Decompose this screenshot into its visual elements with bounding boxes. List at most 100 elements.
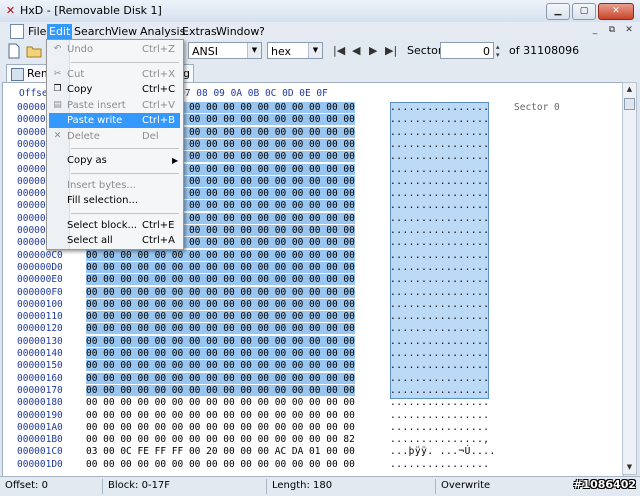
maximize-button[interactable]: ▢ — [572, 3, 596, 20]
undo-icon: ↶ — [53, 44, 62, 54]
hex-row[interactable]: 00 00 00 00 00 00 00 00 00 00 00 00 00 0… — [86, 434, 355, 445]
minimize-button[interactable]: ▁ — [546, 3, 570, 20]
text-row[interactable]: ................ — [390, 299, 489, 310]
text-row[interactable]: ................ — [390, 459, 489, 470]
hex-row[interactable]: 00 00 00 00 00 00 00 00 00 00 00 00 00 0… — [86, 459, 355, 470]
charset-value: ANSI — [192, 45, 218, 58]
close-button[interactable]: ✕ — [598, 3, 634, 20]
hex-row[interactable]: 00 00 00 00 00 00 00 00 00 00 00 00 00 0… — [86, 274, 355, 286]
open-folder-icon[interactable] — [26, 43, 42, 59]
text-row[interactable]: ................ — [390, 114, 489, 125]
menu-item-label: Copy as — [67, 155, 107, 166]
hex-row[interactable]: 00 00 00 00 00 00 00 00 00 00 00 00 00 0… — [86, 311, 355, 323]
text-row[interactable]: ...þÿÿ. ...¬Ú.... — [390, 446, 495, 457]
text-row[interactable]: ................ — [390, 250, 489, 261]
prev-sector-icon[interactable]: ◀ — [352, 44, 360, 57]
mode-select[interactable]: hex ▼ — [267, 42, 323, 59]
menu-separator — [71, 172, 179, 174]
next-sector-icon[interactable]: ▶ — [369, 44, 377, 57]
menu-item-label: Select all — [67, 235, 113, 246]
hex-row[interactable]: 00 00 00 00 00 00 00 00 00 00 00 00 00 0… — [86, 323, 355, 335]
scroll-up-icon[interactable]: ▲ — [623, 83, 636, 96]
menu-item-delete[interactable]: ✕ Delete Del — [49, 129, 180, 144]
text-row[interactable]: ................ — [390, 410, 489, 421]
charset-select[interactable]: ANSI ▼ — [188, 42, 262, 59]
first-sector-icon[interactable]: |◀ — [333, 44, 345, 57]
menu-extras[interactable]: Extras — [180, 24, 219, 39]
last-sector-icon[interactable]: ▶| — [385, 44, 397, 57]
menu-item-fill-selection[interactable]: Fill selection... — [49, 193, 180, 208]
text-row[interactable]: ................ — [390, 139, 489, 150]
menu-item-cut[interactable]: ✂ Cut Ctrl+X — [49, 67, 180, 82]
text-row[interactable]: ................ — [390, 213, 489, 224]
watermark-text: #1086402 — [573, 478, 636, 491]
text-row[interactable]: ................ — [390, 373, 489, 384]
vertical-scrollbar[interactable]: ▲ ▼ — [622, 82, 637, 475]
text-row[interactable]: ................ — [390, 274, 489, 285]
status-divider — [102, 479, 103, 494]
text-row[interactable]: ................ — [390, 237, 489, 248]
text-row[interactable]: ..............., — [390, 434, 489, 445]
text-row[interactable]: ................ — [390, 176, 489, 187]
hex-row[interactable]: 00 00 00 00 00 00 00 00 00 00 00 00 00 0… — [86, 249, 355, 261]
scroll-thumb[interactable] — [624, 98, 635, 110]
text-row[interactable]: ................ — [390, 385, 489, 396]
spinner-icon[interactable]: ▴ ▾ — [496, 43, 500, 59]
menu-item-paste-write[interactable]: Paste write Ctrl+B — [49, 113, 180, 128]
hex-row[interactable]: 00 00 00 00 00 00 00 00 00 00 00 00 00 0… — [86, 384, 355, 396]
text-row[interactable]: ................ — [390, 262, 489, 273]
text-row[interactable]: ................ — [390, 323, 489, 334]
menu-help[interactable]: ? — [257, 24, 267, 39]
mdi-close-button[interactable]: ✕ — [622, 24, 636, 37]
hex-row[interactable]: 00 00 00 00 00 00 00 00 00 00 00 00 00 0… — [86, 397, 355, 408]
menu-item-copy[interactable]: ❐ Copy Ctrl+C — [49, 82, 180, 97]
scroll-down-icon[interactable]: ▼ — [623, 461, 636, 474]
menu-edit[interactable]: Edit — [47, 24, 73, 39]
hex-row[interactable]: 00 00 00 00 00 00 00 00 00 00 00 00 00 0… — [86, 422, 355, 433]
menu-item-paste-insert[interactable]: ▤ Paste insert Ctrl+V — [49, 98, 180, 113]
hex-row[interactable]: 00 00 00 00 00 00 00 00 00 00 00 00 00 0… — [86, 335, 355, 347]
menu-search[interactable]: Search — [72, 24, 114, 39]
menu-item-copy-as[interactable]: Copy as ▶ — [49, 153, 180, 168]
new-file-icon[interactable] — [6, 43, 22, 59]
text-row[interactable]: ................ — [390, 151, 489, 162]
hex-row[interactable]: 00 00 00 00 00 00 00 00 00 00 00 00 00 0… — [86, 286, 355, 298]
text-row[interactable]: ................ — [390, 348, 489, 359]
text-row[interactable]: ................ — [390, 200, 489, 211]
hex-row[interactable]: 00 00 00 00 00 00 00 00 00 00 00 00 00 0… — [86, 410, 355, 421]
text-row[interactable]: ................ — [390, 188, 489, 199]
text-row[interactable]: ................ — [390, 127, 489, 138]
hex-row[interactable]: 00 00 00 00 00 00 00 00 00 00 00 00 00 0… — [86, 348, 355, 359]
offset-cell: 00000130 — [17, 335, 63, 347]
mdi-minimize-button[interactable]: _ — [588, 24, 602, 37]
hex-row[interactable]: 00 00 00 00 00 00 00 00 00 00 00 00 00 0… — [86, 372, 355, 384]
text-row[interactable]: ................ — [390, 360, 489, 371]
menu-item-select-all[interactable]: Select all Ctrl+A — [49, 233, 180, 248]
menu-window[interactable]: Window — [214, 24, 261, 39]
text-row[interactable]: ................ — [390, 422, 489, 433]
text-row[interactable]: ................ — [390, 311, 489, 322]
hex-row[interactable]: 00 00 00 00 00 00 00 00 00 00 00 00 00 0… — [86, 360, 355, 372]
offset-cell: 00000170 — [17, 384, 63, 396]
status-length: Length: 180 — [272, 480, 333, 491]
text-row[interactable]: ................ — [390, 397, 489, 408]
menu-item-insert-bytes[interactable]: Insert bytes... — [49, 178, 180, 193]
text-row[interactable]: ................ — [390, 164, 489, 175]
sector-input[interactable]: 0 — [440, 42, 494, 59]
text-row[interactable]: ................ — [390, 287, 489, 298]
menu-item-undo[interactable]: ↶ Undo Ctrl+Z — [49, 42, 180, 57]
text-row[interactable]: ................ — [390, 102, 489, 113]
menu-item-select-block[interactable]: Select block... Ctrl+E — [49, 218, 180, 233]
mdi-restore-button[interactable]: ⧉ — [605, 24, 619, 37]
hex-row[interactable]: 03 00 0C FE FF FF 00 20 00 00 00 AC DA 0… — [86, 446, 355, 457]
offset-cell: 000001D0 — [17, 458, 63, 470]
tab-removable-disk[interactable]: Rem — [6, 64, 52, 82]
hex-row[interactable]: 00 00 00 00 00 00 00 00 00 00 00 00 00 0… — [86, 298, 355, 310]
text-row[interactable]: ................ — [390, 225, 489, 236]
offset-cell: 00000120 — [17, 323, 63, 335]
menu-file[interactable]: File — [26, 24, 48, 39]
text-row[interactable]: ................ — [390, 336, 489, 347]
menu-view[interactable]: View — [109, 24, 139, 39]
document-icon[interactable] — [10, 24, 24, 39]
hex-row[interactable]: 00 00 00 00 00 00 00 00 00 00 00 00 00 0… — [86, 261, 355, 273]
